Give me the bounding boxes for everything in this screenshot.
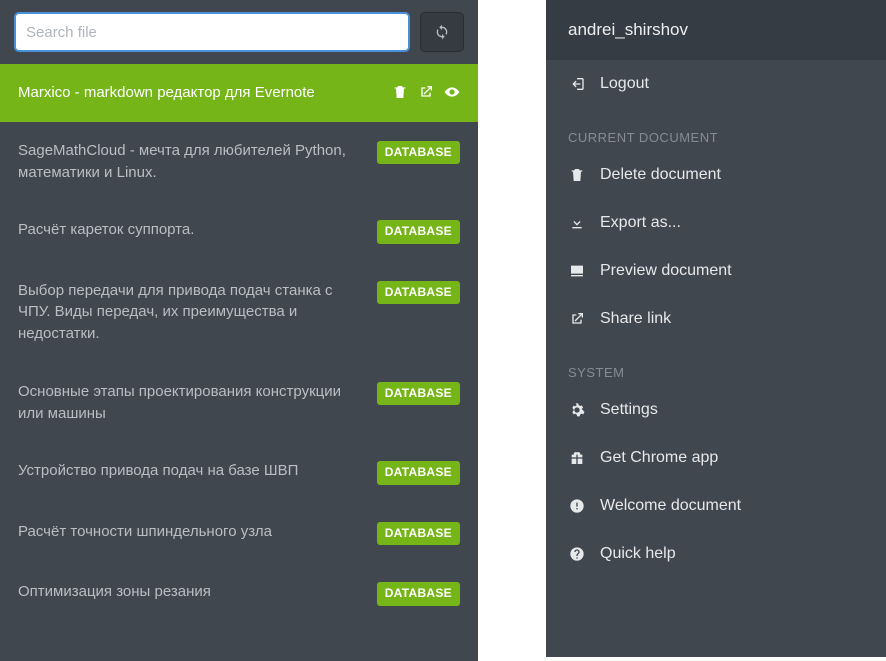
file-actions [392,82,460,100]
refresh-button[interactable] [420,12,464,52]
share-icon [568,311,586,327]
file-title: SageMathCloud - мечта для любителей Pyth… [18,140,369,184]
settings-menu-item[interactable]: Settings [546,386,886,434]
gear-icon [568,402,586,418]
file-title: Устройство привода подач на базе ШВП [18,460,369,482]
menu-item-label: Delete document [600,166,721,184]
monitor-icon [568,263,586,279]
file-title: Расчёт точности шпиндельного узла [18,521,369,543]
section-label-system: SYSTEM [546,343,886,386]
file-title: Marxico - markdown редактор для Evernote [18,82,384,104]
database-badge: DATABASE [377,141,460,164]
menu-item-label: Preview document [600,262,732,280]
database-badge: DATABASE [377,582,460,605]
trash-icon[interactable] [392,84,408,100]
file-item[interactable]: Расчёт точности шпиндельного узла DATABA… [0,503,478,563]
username-header: andrei_shirshov [546,0,886,60]
preview-menu-item[interactable]: Preview document [546,247,886,295]
eye-icon[interactable] [444,84,460,100]
menu-item-label: Export as... [600,214,681,232]
welcome-menu-item[interactable]: Welcome document [546,482,886,530]
menu-item-label: Welcome document [600,497,741,515]
database-badge: DATABASE [377,220,460,243]
section-label-document: CURRENT DOCUMENT [546,108,886,151]
help-icon [568,546,586,562]
file-item[interactable]: Marxico - markdown редактор для Evernote [0,64,478,122]
menu-item-label: Logout [600,75,649,93]
share-link-menu-item[interactable]: Share link [546,295,886,343]
menu-panel: andrei_shirshov Logout CURRENT DOCUMENT … [546,0,886,657]
file-item[interactable]: Расчёт кареток суппорта. DATABASE [0,201,478,261]
download-icon [568,215,586,231]
info-icon [568,498,586,514]
logout-menu-item[interactable]: Logout [546,60,886,108]
database-badge: DATABASE [377,522,460,545]
search-input[interactable] [14,12,410,52]
menu-item-label: Settings [600,401,658,419]
file-panel: Marxico - markdown редактор для Evernote… [0,0,478,661]
quick-help-menu-item[interactable]: Quick help [546,530,886,578]
file-item[interactable]: Выбор передачи для привода подач станка … [0,262,478,363]
menu-item-label: Get Chrome app [600,449,718,467]
search-bar [0,0,478,64]
file-title: Расчёт кареток суппорта. [18,219,369,241]
external-link-icon[interactable] [418,84,434,100]
file-item[interactable]: Устройство привода подач на базе ШВП DAT… [0,442,478,502]
gift-icon [568,450,586,466]
file-title: Основные этапы проектирования конструкци… [18,381,369,425]
file-item[interactable]: Оптимизация зоны резания DATABASE [0,563,478,623]
database-badge: DATABASE [377,281,460,304]
export-menu-item[interactable]: Export as... [546,199,886,247]
database-badge: DATABASE [377,382,460,405]
file-item[interactable]: Основные этапы проектирования конструкци… [0,363,478,443]
delete-document-menu-item[interactable]: Delete document [546,151,886,199]
menu-item-label: Share link [600,310,671,328]
refresh-icon [434,24,450,40]
file-title: Оптимизация зоны резания [18,581,369,603]
trash-icon [568,167,586,183]
file-list[interactable]: Marxico - markdown редактор для Evernote… [0,64,478,661]
file-item[interactable]: SageMathCloud - мечта для любителей Pyth… [0,122,478,202]
logout-icon [568,76,586,92]
menu-item-label: Quick help [600,545,676,563]
chrome-app-menu-item[interactable]: Get Chrome app [546,434,886,482]
database-badge: DATABASE [377,461,460,484]
file-title: Выбор передачи для привода подач станка … [18,280,369,345]
